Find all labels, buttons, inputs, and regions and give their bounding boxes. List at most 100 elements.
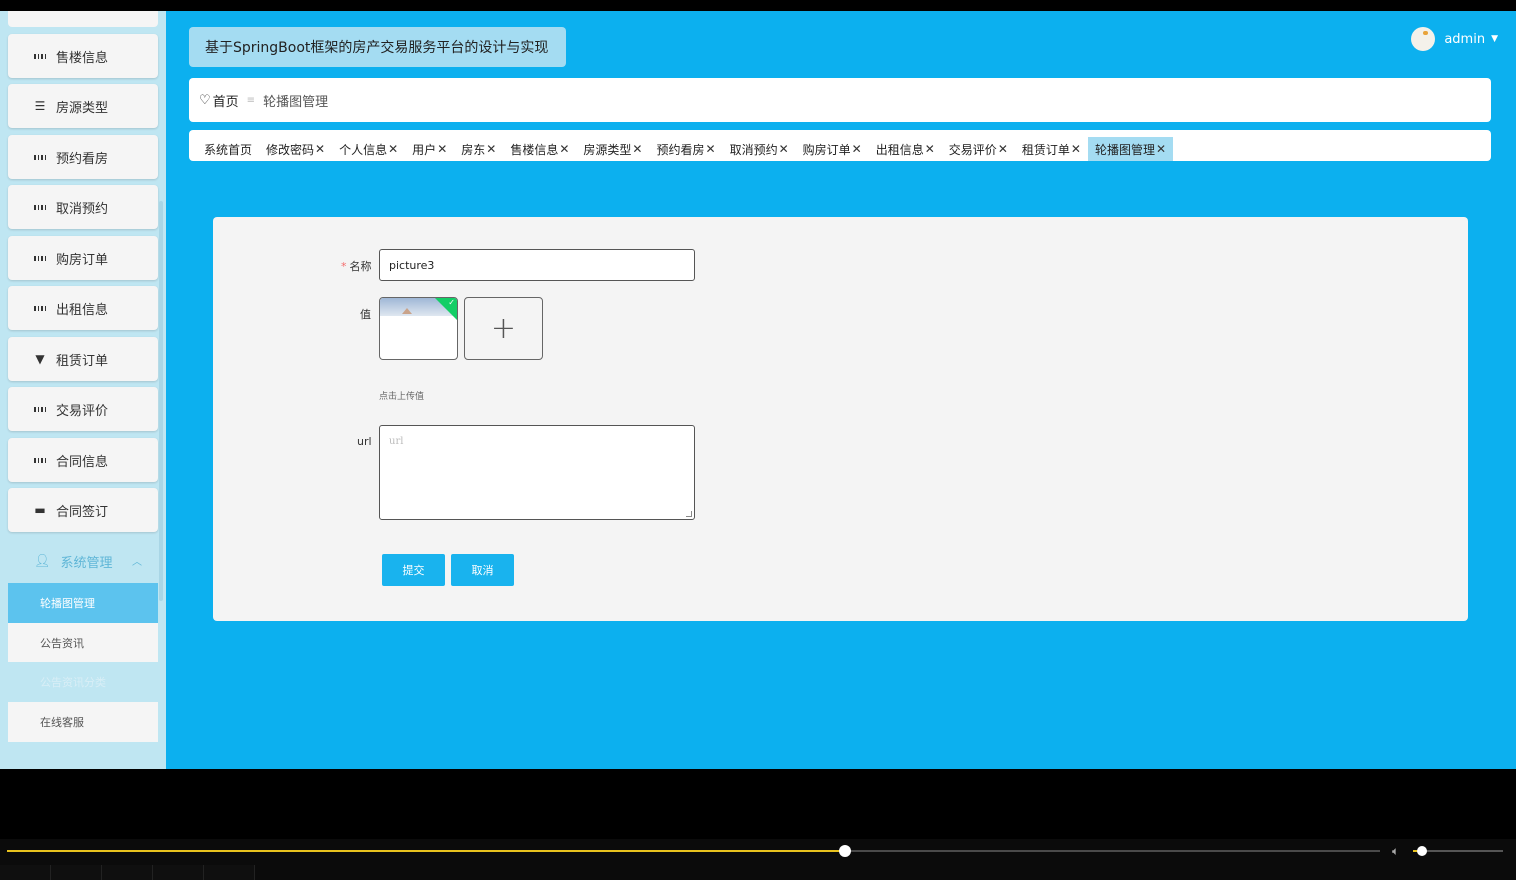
player-segment — [102, 865, 153, 880]
url-textarea[interactable]: url — [379, 425, 695, 520]
sidebar-group-system[interactable]: 👤︎ 系统管理 ︿ — [8, 539, 158, 583]
tab-cancel-appointment[interactable]: 取消预约 ✕ — [723, 137, 796, 161]
app-window: 售楼信息 ☰ 房源类型 预约看房 取消预约 购房订单 出租信息 ▼ 租赁订单 交… — [0, 11, 1516, 769]
sidebar: 售楼信息 ☰ 房源类型 预约看房 取消预约 购房订单 出租信息 ▼ 租赁订单 交… — [0, 11, 166, 769]
tab-personal-info[interactable]: 个人信息 ✕ — [332, 137, 405, 161]
upload-hint: 点击上传值 — [379, 392, 425, 402]
cancel-button[interactable]: 取消 — [451, 554, 514, 586]
tab-label: 交易评价 — [948, 142, 997, 157]
sidebar-subitem-announcement-categories[interactable]: 公告资讯分类 — [8, 662, 158, 702]
sidebar-scrollbar[interactable] — [159, 201, 163, 601]
tab-lease-orders[interactable]: 租赁订单 ✕ — [1015, 137, 1088, 161]
sidebar-item-label: 合同签订 — [56, 504, 109, 520]
name-label: * 名称 — [341, 258, 372, 274]
tab-label: 轮播图管理 — [1094, 142, 1155, 157]
tab-users[interactable]: 用户 ✕ — [405, 137, 454, 161]
tab-change-password[interactable]: 修改密码 ✕ — [259, 137, 332, 161]
chevron-up-icon: ︿ — [132, 557, 142, 568]
close-icon[interactable]: ✕ — [998, 142, 1008, 156]
top-letterbox — [0, 0, 1516, 11]
sidebar-item-sales-info[interactable]: 售楼信息 — [8, 34, 158, 78]
submit-button[interactable]: 提交 — [382, 554, 445, 586]
close-icon[interactable]: ✕ — [486, 142, 496, 156]
close-icon[interactable]: ✕ — [559, 142, 569, 156]
sidebar-group-label: 系统管理 — [60, 555, 113, 571]
sidebar-item-house-type[interactable]: ☰ 房源类型 — [8, 84, 158, 128]
url-placeholder: url — [389, 436, 404, 447]
form-panel: * 名称 picture3 值 ✓ + 点击上传值 url url 提交 取消 — [213, 217, 1468, 621]
seek-progress — [7, 850, 845, 852]
tab-label: 修改密码 — [266, 142, 315, 157]
resize-handle-icon[interactable] — [686, 511, 692, 517]
tab-label: 预约看房 — [656, 142, 705, 157]
seek-handle[interactable] — [838, 845, 851, 857]
tab-label: 取消预约 — [729, 142, 778, 157]
sidebar-subitem-carousel[interactable]: 轮播图管理 — [8, 583, 158, 623]
tab-viewing-appointment[interactable]: 预约看房 ✕ — [649, 137, 722, 161]
sidebar-item-contract-info[interactable]: 合同信息 — [8, 438, 158, 482]
sidebar-item-cancel-appointment[interactable]: 取消预约 — [8, 185, 158, 229]
sidebar-subitem-announcements[interactable]: 公告资讯 — [8, 623, 158, 663]
close-icon[interactable]: ✕ — [852, 142, 862, 156]
user-name: admin — [1444, 31, 1486, 47]
tab-purchase-orders[interactable]: 购房订单 ✕ — [796, 137, 869, 161]
close-icon[interactable]: ✕ — [632, 142, 642, 156]
tab-label: 房东 — [461, 142, 486, 157]
volume-icon[interactable]: 🔈︎ — [1392, 844, 1399, 859]
plus-icon: + — [490, 311, 517, 346]
close-icon[interactable]: ✕ — [925, 142, 935, 156]
volume-slider[interactable] — [1413, 846, 1503, 856]
uploaded-image-thumbnail[interactable]: ✓ — [379, 297, 458, 360]
name-input[interactable]: picture3 — [379, 249, 695, 281]
seek-bar[interactable] — [7, 845, 1380, 857]
sidebar-item-reviews[interactable]: 交易评价 — [8, 387, 158, 431]
tab-rental-info[interactable]: 出租信息 ✕ — [869, 137, 942, 161]
user-menu[interactable]: admin ▼ — [1411, 27, 1498, 51]
tab-label: 租赁订单 — [1021, 142, 1070, 157]
check-icon: ✓ — [448, 298, 455, 307]
sidebar-item-lease-orders[interactable]: ▼ 租赁订单 — [8, 337, 158, 381]
breadcrumb-home[interactable]: ♡ 首页 — [199, 91, 239, 110]
volume-handle[interactable] — [1417, 846, 1427, 856]
close-icon[interactable]: ✕ — [437, 142, 447, 156]
tab-house-type[interactable]: 房源类型 ✕ — [576, 137, 649, 161]
tab-landlords[interactable]: 房东 ✕ — [454, 137, 503, 161]
sidebar-item-contract-signing[interactable]: ▬ 合同签订 — [8, 488, 158, 532]
required-asterisk: * — [341, 260, 347, 273]
upload-button[interactable]: + — [464, 297, 543, 360]
sidebar-item-viewing-appointment[interactable]: 预约看房 — [8, 135, 158, 179]
close-icon[interactable]: ✕ — [706, 142, 716, 156]
sidebar-subitem-online-service[interactable]: 在线客服 — [8, 702, 158, 742]
grid-icon — [34, 201, 46, 213]
app-title: 基于SpringBoot框架的房产交易服务平台的设计与实现 — [189, 27, 566, 67]
close-icon[interactable]: ✕ — [315, 142, 325, 156]
tab-home[interactable]: 系统首页 — [197, 137, 259, 161]
tab-sales-info[interactable]: 售楼信息 ✕ — [503, 137, 576, 161]
user-icon: 👤︎ — [34, 553, 51, 569]
sidebar-item-purchase-orders[interactable]: 购房订单 — [8, 236, 158, 280]
sidebar-item-label: 合同信息 — [56, 454, 109, 470]
grid-icon — [34, 252, 46, 264]
grid-icon — [34, 50, 46, 62]
close-icon[interactable]: ✕ — [1071, 142, 1081, 156]
close-icon[interactable]: ✕ — [1156, 142, 1166, 156]
list-icon: ☰ — [34, 99, 46, 113]
close-icon[interactable]: ✕ — [779, 142, 789, 156]
tab-reviews[interactable]: 交易评价 ✕ — [942, 137, 1015, 161]
breadcrumb-current: 轮播图管理 — [263, 94, 329, 110]
main-area: 基于SpringBoot框架的房产交易服务平台的设计与实现 admin ▼ ♡ … — [166, 11, 1516, 769]
screen: 售楼信息 ☰ 房源类型 预约看房 取消预约 购房订单 出租信息 ▼ 租赁订单 交… — [0, 0, 1516, 880]
tab-carousel[interactable]: 轮播图管理 ✕ — [1087, 137, 1174, 161]
sidebar-item-partial[interactable] — [8, 11, 158, 27]
sidebar-subitem-label: 公告资讯分类 — [40, 676, 106, 689]
thumbnail-hill — [402, 308, 412, 314]
sidebar-subitem-label: 公告资讯 — [40, 637, 84, 650]
sidebar-item-label: 取消预约 — [56, 201, 109, 217]
tab-bar: 系统首页 修改密码 ✕ 个人信息 ✕ 用户 ✕ 房东 ✕ 售楼信息 ✕ 房源类型 ✕ 预约看… — [189, 130, 1491, 161]
sidebar-item-rental-info[interactable]: 出租信息 — [8, 286, 158, 330]
player-segment — [0, 865, 51, 880]
player-segment — [51, 865, 102, 880]
name-label-text: 名称 — [349, 260, 372, 273]
video-player-bar: 🔈︎ — [0, 839, 1516, 880]
close-icon[interactable]: ✕ — [388, 142, 398, 156]
